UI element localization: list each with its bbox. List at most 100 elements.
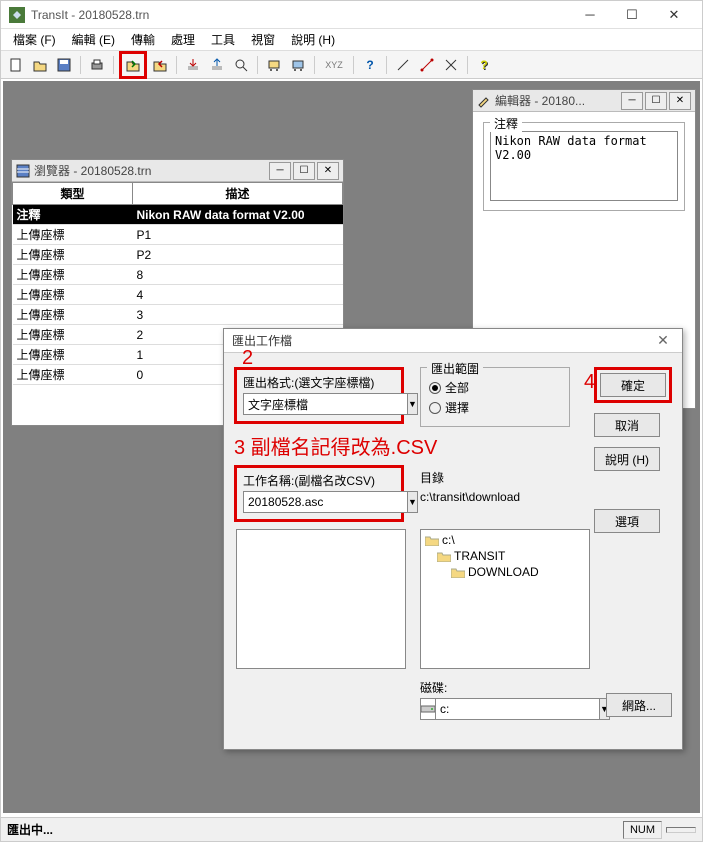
browser-close-button[interactable]: ✕ xyxy=(317,162,339,180)
help-button[interactable]: 說明 (H) xyxy=(594,447,660,471)
menu-transfer[interactable]: 傳輸 xyxy=(125,29,161,50)
minimize-button[interactable]: ─ xyxy=(570,3,610,27)
table-row[interactable]: 注釋Nikon RAW data format V2.00 xyxy=(13,205,343,225)
menu-tools[interactable]: 工具 xyxy=(205,29,241,50)
editor-close-button[interactable]: ✕ xyxy=(669,92,691,110)
annotation-3: 3 副檔名記得改為.CSV xyxy=(234,431,437,460)
download-icon[interactable] xyxy=(182,54,204,76)
file-listbox[interactable] xyxy=(236,529,406,669)
app-icon xyxy=(9,7,25,23)
help-icon[interactable]: ? xyxy=(359,54,381,76)
options-button[interactable]: 選項 xyxy=(594,509,660,533)
format-dropdown-button[interactable]: ▼ xyxy=(408,393,418,415)
status-blank xyxy=(666,827,696,833)
dialog-titlebar: 匯出工作檔 ✕ xyxy=(224,329,682,353)
table-row[interactable]: 上傳座標8 xyxy=(13,265,343,285)
radio-dot-icon xyxy=(429,382,441,394)
radio-select[interactable]: 選擇 xyxy=(429,399,561,416)
browser-maximize-button[interactable]: ☐ xyxy=(293,162,315,180)
ok-button[interactable]: 確定 xyxy=(600,373,666,397)
import-icon[interactable] xyxy=(149,54,171,76)
folder-open-icon xyxy=(425,535,439,546)
table-row[interactable]: 上傳座標P2 xyxy=(13,245,343,265)
line2-icon[interactable] xyxy=(416,54,438,76)
format-combo[interactable]: ▼ xyxy=(243,393,395,415)
export-dialog: 匯出工作檔 ✕ 2 匯出格式:(選文字座標檔) ▼ 匯出範圍 全部 選擇 3 副… xyxy=(223,328,683,750)
editor-icon xyxy=(477,94,491,108)
editor-group-label: 注釋 xyxy=(490,115,522,132)
menu-process[interactable]: 處理 xyxy=(165,29,201,50)
browser-minimize-button[interactable]: ─ xyxy=(269,162,291,180)
radio-all[interactable]: 全部 xyxy=(429,379,561,396)
editor-textarea[interactable]: Nikon RAW data format V2.00 xyxy=(490,131,678,201)
browser-icon xyxy=(16,164,30,178)
menu-help[interactable]: 說明 (H) xyxy=(285,29,341,50)
editor-minimize-button[interactable]: ─ xyxy=(621,92,643,110)
menu-window[interactable]: 視窗 xyxy=(245,29,281,50)
table-row[interactable]: 上傳座標3 xyxy=(13,305,343,325)
new-icon[interactable] xyxy=(5,54,27,76)
folder-open-icon xyxy=(437,551,451,562)
jobname-dropdown-button[interactable]: ▼ xyxy=(408,491,418,513)
editor-title: 編輯器 - 20180... xyxy=(495,92,621,109)
drive-icon xyxy=(420,698,435,720)
open-icon[interactable] xyxy=(29,54,51,76)
editor-titlebar: 編輯器 - 20180... ─ ☐ ✕ xyxy=(473,90,695,112)
tree-node-download[interactable]: DOWNLOAD xyxy=(423,564,587,580)
table-row[interactable]: 上傳座標4 xyxy=(13,285,343,305)
browser-titlebar: 瀏覽器 - 20180528.trn ─ ☐ ✕ xyxy=(12,160,343,182)
range-label: 匯出範圍 xyxy=(427,360,483,377)
browser-title: 瀏覽器 - 20180528.trn xyxy=(34,162,269,179)
col-desc[interactable]: 描述 xyxy=(133,183,343,205)
status-num: NUM xyxy=(623,821,662,839)
dir-label: 目錄 xyxy=(420,469,590,486)
statusbar: 匯出中... NUM xyxy=(1,817,702,841)
range-group: 匯出範圍 全部 選擇 xyxy=(420,367,570,427)
format-input[interactable] xyxy=(243,393,408,415)
about-icon[interactable]: ? xyxy=(473,54,495,76)
close-button[interactable]: ✕ xyxy=(654,3,694,27)
jobname-combo[interactable]: ▼ xyxy=(243,491,395,513)
col-type[interactable]: 類型 xyxy=(13,183,133,205)
jobname-box: 工作名稱:(副檔名改CSV) ▼ xyxy=(234,465,404,522)
ok-box: 確定 xyxy=(594,367,672,403)
drive-label: 磁碟: xyxy=(420,679,590,696)
drive-input[interactable] xyxy=(435,698,600,720)
print-icon[interactable] xyxy=(86,54,108,76)
jobname-input[interactable] xyxy=(243,491,408,513)
table-row[interactable]: 上傳座標P1 xyxy=(13,225,343,245)
drive-combo[interactable]: ▼ xyxy=(420,698,590,720)
menubar: 檔案 (F) 編輯 (E) 傳輸 處理 工具 視窗 說明 (H) xyxy=(1,29,702,51)
maximize-button[interactable]: ☐ xyxy=(612,3,652,27)
radio-dot-icon xyxy=(429,402,441,414)
menu-file[interactable]: 檔案 (F) xyxy=(7,29,62,50)
editor-maximize-button[interactable]: ☐ xyxy=(645,92,667,110)
save-icon[interactable] xyxy=(53,54,75,76)
cancel-button[interactable]: 取消 xyxy=(594,413,660,437)
network-button[interactable]: 網路... xyxy=(606,693,672,717)
cross-icon[interactable] xyxy=(440,54,462,76)
tree-root[interactable]: c:\ xyxy=(423,532,587,548)
main-titlebar: TransIt - 20180528.trn ─ ☐ ✕ xyxy=(1,1,702,29)
dialog-close-button[interactable]: ✕ xyxy=(652,332,674,350)
tree-node-transit[interactable]: TRANSIT xyxy=(423,548,587,564)
main-window: TransIt - 20180528.trn ─ ☐ ✕ 檔案 (F) 編輯 (… xyxy=(0,0,703,842)
jobname-label: 工作名稱:(副檔名改CSV) xyxy=(243,472,395,489)
format-label: 匯出格式:(選文字座標檔) xyxy=(243,374,395,391)
line1-icon[interactable] xyxy=(392,54,414,76)
device1-icon[interactable] xyxy=(263,54,285,76)
search-icon[interactable] xyxy=(230,54,252,76)
device2-icon[interactable] xyxy=(287,54,309,76)
upload-icon[interactable] xyxy=(206,54,228,76)
dialog-title: 匯出工作檔 xyxy=(232,332,652,349)
toolbar: XYZ ? ? xyxy=(1,51,702,79)
menu-edit[interactable]: 編輯 (E) xyxy=(66,29,121,50)
format-box: 匯出格式:(選文字座標檔) ▼ xyxy=(234,367,404,424)
xyz-button[interactable]: XYZ xyxy=(320,54,348,76)
highlighted-toolbar-button xyxy=(119,51,147,79)
status-message: 匯出中... xyxy=(7,821,53,838)
main-title: TransIt - 20180528.trn xyxy=(31,8,570,22)
folder-open-icon xyxy=(451,567,465,578)
folder-tree[interactable]: c:\ TRANSIT DOWNLOAD xyxy=(420,529,590,669)
export-icon[interactable] xyxy=(122,54,144,76)
